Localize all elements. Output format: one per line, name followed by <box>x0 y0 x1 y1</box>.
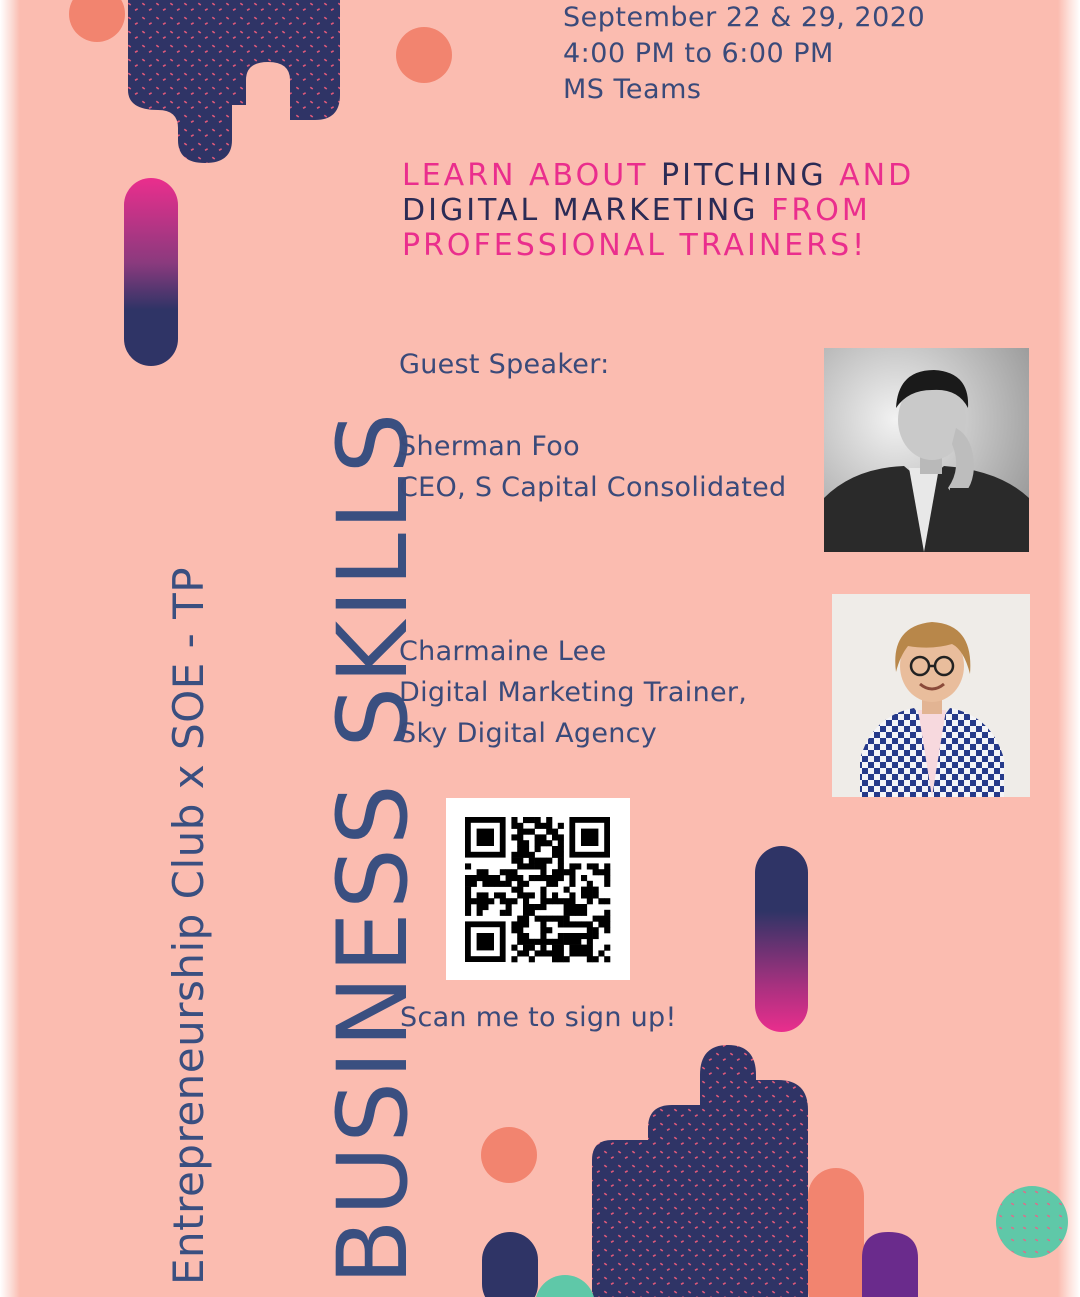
gradient-pill-right <box>755 846 808 1032</box>
speaker-role: CEO, S Capital Consolidated <box>399 472 787 503</box>
navy-pill-bottom <box>482 1232 538 1297</box>
speaker-name: Sherman Foo <box>399 431 580 462</box>
headline-part: FROM <box>758 193 871 228</box>
speaker-role: Digital Marketing Trainer, <box>399 677 748 708</box>
poster-subtitle: Entrepreneurship Club x SOE - TP <box>164 566 213 1285</box>
speaker-organization: Sky Digital Agency <box>399 718 658 749</box>
poster: September 22 & 29, 2020 4:00 PM to 6:00 … <box>0 0 1080 1297</box>
speaker-2-block: Charmaine Lee Digital Marketing Trainer,… <box>399 631 747 754</box>
coral-pill-bottom <box>808 1168 864 1297</box>
navy-blob-bottom <box>592 1045 808 1297</box>
poster-title: BUSINESS SKILLS <box>317 409 429 1285</box>
speaker-1-block: Sherman Foo CEO, S Capital Consolidated <box>399 426 787 508</box>
portrait-woman-icon <box>832 594 1030 797</box>
gradient-pill-left <box>124 178 178 366</box>
headline-emphasis: DIGITAL MARKETING <box>402 193 759 228</box>
coral-dot-mid <box>396 27 452 83</box>
speaker-name: Charmaine Lee <box>399 636 607 667</box>
teal-dot-bottom <box>536 1275 594 1297</box>
guest-speaker-label: Guest Speaker: <box>399 349 610 380</box>
coral-dot-bottom <box>481 1127 537 1183</box>
purple-blob-bottom <box>862 1232 918 1297</box>
qr-code-icon <box>465 817 611 963</box>
event-dates: September 22 & 29, 2020 <box>563 2 926 33</box>
headline-emphasis: PITCHING <box>661 158 827 193</box>
speaker-1-photo <box>824 348 1029 552</box>
speaker-2-photo <box>832 594 1030 797</box>
coral-dot-top <box>69 0 125 42</box>
event-venue: MS Teams <box>563 74 702 105</box>
portrait-man-icon <box>824 348 1029 552</box>
teal-dot-right <box>996 1186 1068 1258</box>
headline-part: PROFESSIONAL TRAINERS! <box>402 228 868 263</box>
event-time: 4:00 PM to 6:00 PM <box>563 38 834 69</box>
signup-instruction: Scan me to sign up! <box>400 1002 677 1033</box>
headline: LEARN ABOUT PITCHING AND DIGITAL MARKETI… <box>402 158 914 263</box>
signup-qr-code[interactable] <box>446 798 630 980</box>
navy-blob-top <box>128 0 340 163</box>
event-info: September 22 & 29, 2020 4:00 PM to 6:00 … <box>563 0 925 108</box>
headline-part: LEARN ABOUT <box>402 158 662 193</box>
headline-part: AND <box>826 158 915 193</box>
